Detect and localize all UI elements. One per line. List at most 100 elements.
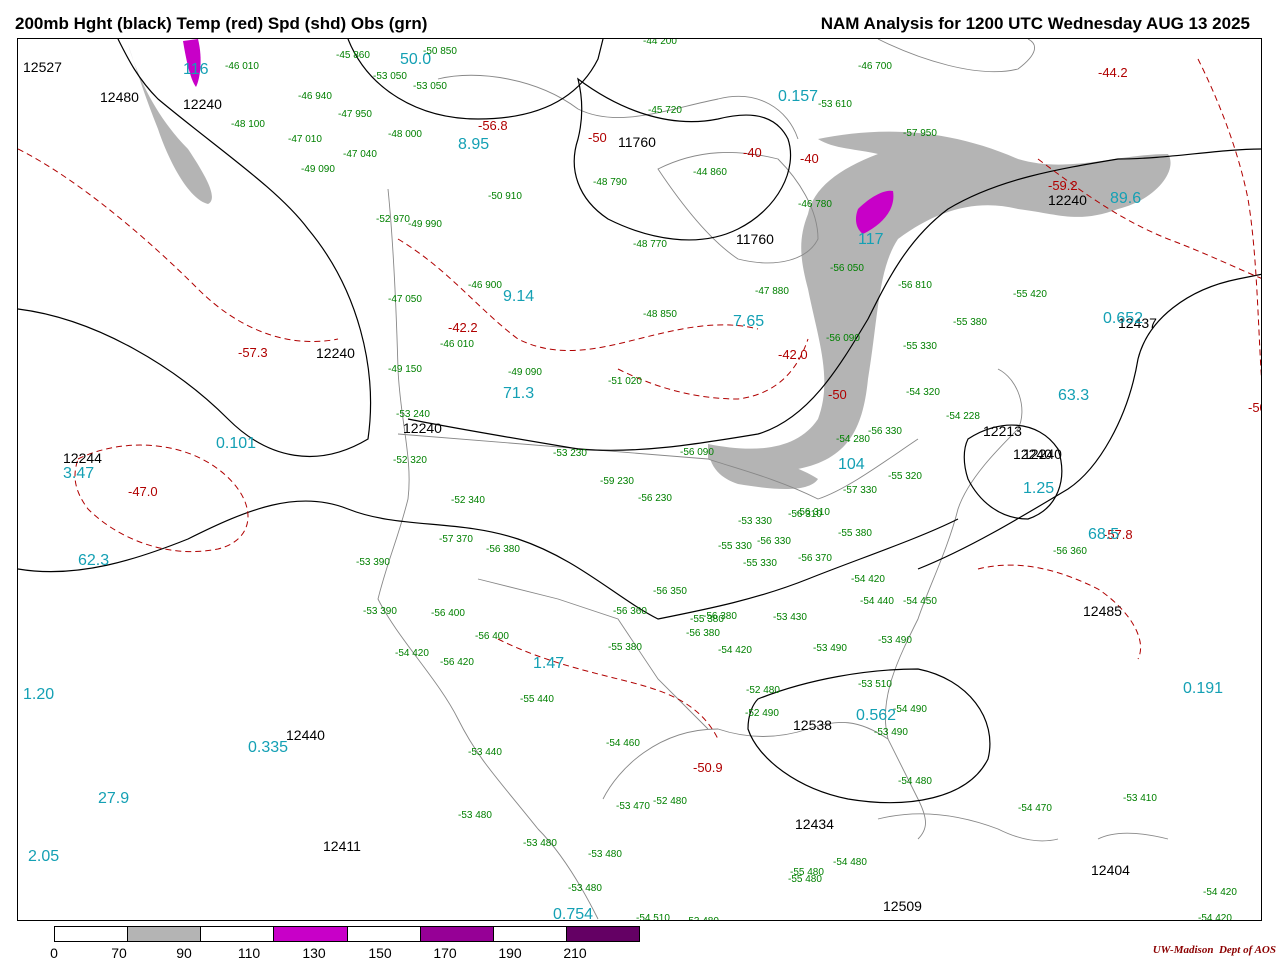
obs-label: -56 330 xyxy=(868,426,902,437)
speed-label: 27.9 xyxy=(98,790,129,807)
obs-label: -54 450 xyxy=(903,596,937,607)
obs-label: -53 050 xyxy=(413,81,447,92)
speed-label: 62.3 xyxy=(78,552,109,569)
obs-label: -44 200 xyxy=(643,39,677,47)
obs-label: -53 480 xyxy=(523,838,557,849)
obs-label: -56 310 xyxy=(796,507,830,518)
obs-label: -56 360 xyxy=(613,606,647,617)
obs-label: -57 950 xyxy=(903,128,937,139)
obs-label: -56 330 xyxy=(757,536,791,547)
obs-label: -53 480 xyxy=(588,849,622,860)
obs-label: -44 860 xyxy=(693,167,727,178)
obs-label: -55 330 xyxy=(903,341,937,352)
obs-label: -50 910 xyxy=(488,191,522,202)
obs-label: -46 900 xyxy=(468,280,502,291)
height-label: 12404 xyxy=(1091,862,1130,878)
obs-label: -54 460 xyxy=(606,738,640,749)
height-label: 12538 xyxy=(793,717,832,733)
obs-label: -49 090 xyxy=(508,367,542,378)
speed-label: 1.47 xyxy=(533,655,564,672)
obs-label: -55 330 xyxy=(718,541,752,552)
temp-label: -42.2 xyxy=(448,320,478,335)
speed-label: 2.05 xyxy=(28,848,59,865)
height-label: 11760 xyxy=(618,134,656,150)
speed-label: 9.14 xyxy=(503,288,534,305)
obs-label: -55 320 xyxy=(888,471,922,482)
temp-label: -50 xyxy=(828,387,847,402)
obs-label: -56 230 xyxy=(638,493,672,504)
obs-label: -56 810 xyxy=(898,280,932,291)
legend-tick: 150 xyxy=(368,945,392,961)
obs-label: -54 320 xyxy=(906,387,940,398)
obs-label: -54 420 xyxy=(851,574,885,585)
obs-label: -53 510 xyxy=(858,679,892,690)
obs-label: -54 420 xyxy=(1203,887,1237,898)
obs-label: -53 390 xyxy=(356,557,390,568)
obs-label: -56 350 xyxy=(653,586,687,597)
legend-tick: 130 xyxy=(302,945,326,961)
temp-label: -40 xyxy=(743,145,762,160)
cuba xyxy=(877,813,1059,842)
obs-label: -46 010 xyxy=(440,339,474,350)
obs-label: -53 490 xyxy=(813,643,847,654)
obs-label: -54 470 xyxy=(1018,803,1052,814)
obs-label: -46 010 xyxy=(225,61,259,72)
speed-label: 63.3 xyxy=(1058,387,1089,404)
height-label: 12240 xyxy=(316,345,355,361)
obs-label: -57 330 xyxy=(843,485,877,496)
obs-label: -46 700 xyxy=(858,61,892,72)
obs-label: -52 490 xyxy=(745,708,779,719)
temp-contour-far-east xyxy=(1197,58,1261,379)
speed-label: 0.157 xyxy=(778,88,818,105)
obs-label: -49 990 xyxy=(408,219,442,230)
obs-label: -54 510 xyxy=(636,913,670,921)
obs-label: -49 090 xyxy=(301,164,335,175)
temp-label: -50 xyxy=(588,130,607,145)
height-label: 12527 xyxy=(23,59,62,75)
speed-label: 7.65 xyxy=(733,313,764,330)
height-label: 12440 xyxy=(286,727,325,743)
height-label: 12240 xyxy=(183,96,222,112)
obs-label: -54 228 xyxy=(946,411,980,422)
obs-label: -53 050 xyxy=(373,71,407,82)
temp-label: -40 xyxy=(800,151,819,166)
obs-label: -47 050 xyxy=(388,294,422,305)
obs-label: -54 420 xyxy=(1198,913,1232,921)
speed-label: 0.754 xyxy=(553,906,593,921)
mexico-interior-border xyxy=(477,578,709,730)
obs-label: -56 360 xyxy=(1053,546,1087,557)
jet-shade-east xyxy=(708,131,1171,471)
legend-tick: 170 xyxy=(433,945,457,961)
height-label: 12485 xyxy=(1083,603,1122,619)
speed-label: 68.5 xyxy=(1088,526,1119,543)
obs-label: -47 950 xyxy=(338,109,372,120)
obs-label: -53 390 xyxy=(363,606,397,617)
speed-label: 0.652 xyxy=(1103,310,1143,327)
obs-label: -55 330 xyxy=(743,558,777,569)
height-label: 12480 xyxy=(100,89,139,105)
obs-label: -45 860 xyxy=(336,50,370,61)
obs-label: -53 480 xyxy=(568,883,602,894)
legend-segment xyxy=(55,927,129,941)
obs-label: -53 490 xyxy=(874,727,908,738)
obs-label: -54 480 xyxy=(833,857,867,868)
legend-segment xyxy=(128,927,202,941)
speed-label: 8.95 xyxy=(458,136,489,153)
legend-segment xyxy=(274,927,348,941)
obs-label: -56 050 xyxy=(830,263,864,274)
obs-label: -52 970 xyxy=(376,214,410,225)
height-label: 12244 xyxy=(63,450,102,466)
obs-label: -53 230 xyxy=(553,448,587,459)
obs-label: -54 490 xyxy=(893,704,927,715)
obs-label: -50 850 xyxy=(423,46,457,57)
obs-label: -52 480 xyxy=(746,685,780,696)
obs-label: -55 480 xyxy=(788,874,822,885)
height-label: 12509 xyxy=(883,898,922,914)
legend-segment xyxy=(566,927,639,941)
obs-label: -56 090 xyxy=(826,333,860,344)
weather-map: 12527 12480 12240 12240 12244 12240 12240 12213… xyxy=(17,38,1262,921)
temp-label: -50.9 xyxy=(693,760,723,775)
height-label: 12434 xyxy=(795,816,834,832)
speed-label: 116 xyxy=(183,61,209,78)
obs-label: -52 340 xyxy=(451,495,485,506)
